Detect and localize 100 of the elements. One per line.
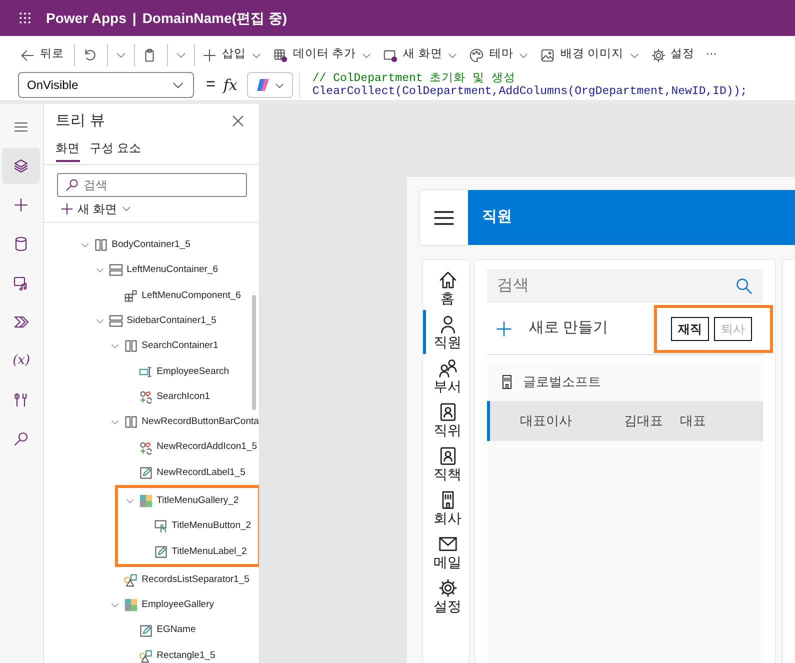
- plus-icon: [495, 320, 513, 338]
- tree-item-label[interactable]: NewRecordAddIcon1_5: [156, 440, 258, 455]
- gallery-cell-text: 김대표: [624, 412, 664, 430]
- tree-item-label[interactable]: LeftMenuContainer_6: [126, 263, 218, 278]
- tree-item-label[interactable]: SidebarContainer1_5: [126, 314, 216, 328]
- search-icon: [64, 178, 79, 192]
- image-button[interactable]: 배경 이미지: [536, 44, 644, 66]
- undo-icon: [82, 48, 97, 62]
- arrow-left-button[interactable]: 뒤로: [16, 44, 68, 66]
- component-icon: [124, 288, 138, 303]
- screen-add-icon: [383, 48, 398, 62]
- tree-item-label[interactable]: EmployeeSearch: [156, 364, 230, 379]
- tools-icon: [13, 392, 30, 408]
- tree-item-label[interactable]: RecordsListSeparator1_5: [142, 572, 250, 588]
- nav-item[interactable]: 메일: [423, 530, 469, 574]
- arrow-left-icon: [20, 48, 35, 62]
- search-field[interactable]: 검색: [487, 269, 763, 303]
- nav-item[interactable]: 직책: [423, 442, 469, 486]
- media-icon: [13, 275, 30, 291]
- tab[interactable]: 화면: [56, 136, 80, 162]
- page-title: 직원: [482, 207, 512, 228]
- plus-icon: [13, 197, 30, 213]
- columns-icon: [124, 339, 138, 354]
- tree-item-label[interactable]: SearchIcon1: [156, 390, 210, 404]
- more-button[interactable]: ···: [702, 44, 722, 66]
- database-icon: [13, 236, 30, 252]
- plus-icon: [60, 202, 74, 216]
- pointer-icon: [154, 519, 168, 534]
- pencil-icon: [138, 624, 153, 638]
- app-name: Power Apps: [46, 8, 126, 28]
- gear-icon: [650, 48, 666, 62]
- new-record-button[interactable]: 새로 만들기: [487, 317, 608, 340]
- grid-icon: [138, 494, 153, 508]
- nav-item[interactable]: 부서: [423, 354, 469, 398]
- flow-icon: [13, 314, 30, 330]
- plus-icon: [202, 48, 217, 62]
- search-icon: [13, 431, 30, 447]
- grid-icon: [124, 598, 138, 612]
- table-button[interactable]: 데이터 추가: [269, 44, 376, 66]
- tree-item-label[interactable]: NewRecordLabel1_5: [156, 466, 246, 480]
- clipboard-icon: [142, 48, 157, 62]
- nav-item[interactable]: 회사: [423, 486, 469, 530]
- code-comment: // ColDepartment 초기화 및 생성: [312, 72, 516, 85]
- search-field[interactable]: 검색: [56, 172, 247, 196]
- company-name: 글로벌소프트: [523, 373, 601, 392]
- rows-icon: [108, 263, 123, 278]
- tree-item-label[interactable]: SearchContainer1: [142, 339, 218, 354]
- tree-item-label[interactable]: EGName: [156, 623, 196, 638]
- tab[interactable]: 구성 요소: [90, 136, 142, 162]
- contact-card-icon: [438, 402, 458, 422]
- symbols-icon: [138, 440, 153, 455]
- property-dropdown[interactable]: OnVisible: [18, 72, 194, 98]
- formula-editor[interactable]: // ColDepartment 초기화 및 생성 ClearCollect(ColDepartment,AddColumns(OrgDepartment,NewID,ID));: [299, 72, 795, 98]
- nav-item[interactable]: 홈: [423, 266, 469, 310]
- new-screen-button[interactable]: 새 화면: [60, 200, 132, 218]
- columns-icon: [124, 415, 138, 430]
- copilot-button[interactable]: [247, 72, 294, 98]
- fx-label: fx: [223, 74, 238, 96]
- tree-item-label[interactable]: NewRecordButtonBarConta: [142, 415, 259, 430]
- columns-icon: [94, 238, 108, 252]
- screen-add-button[interactable]: 새 화면: [379, 44, 462, 66]
- tree-item-label[interactable]: TitleMenuGallery_2: [156, 494, 239, 508]
- nav-item[interactable]: 설정: [423, 574, 469, 618]
- document-title: DomainName(편집 중): [142, 8, 287, 28]
- rail-button[interactable]: [2, 148, 40, 184]
- pencil-icon: [138, 466, 153, 480]
- menu-button[interactable]: [420, 190, 468, 245]
- gallery-cell-text: 대표: [680, 412, 707, 430]
- table-icon: [273, 48, 288, 62]
- tree-item-label[interactable]: Rectangle1_5: [156, 648, 216, 663]
- filter-button[interactable]: 재직: [671, 316, 709, 340]
- plus-button[interactable]: 삽입: [198, 44, 266, 66]
- palette-button[interactable]: 테마: [465, 44, 534, 66]
- title-separator: |: [132, 8, 136, 28]
- gallery-cell-text: 대표이사: [520, 412, 573, 430]
- tree-item-label[interactable]: TitleMenuLabel_2: [172, 544, 247, 559]
- palette-icon: [469, 48, 484, 62]
- equals-sign: =: [206, 75, 216, 95]
- gallery-row[interactable]: 대표이사 김대표 대표: [487, 401, 763, 441]
- tree-item-label[interactable]: BodyContainer1_5: [112, 238, 190, 252]
- tree-item-label[interactable]: LeftMenuComponent_6: [142, 288, 241, 303]
- variables-button[interactable]: (x): [2, 343, 40, 379]
- copilot-icon: [255, 77, 272, 93]
- mail-icon: [438, 534, 458, 554]
- tree-item-label[interactable]: TitleMenuButton_2: [172, 519, 252, 534]
- shapes-icon: [124, 573, 138, 587]
- shapes-icon: [138, 648, 153, 663]
- text-input-icon: [138, 364, 153, 379]
- image-icon: [540, 48, 556, 62]
- app-launcher-button[interactable]: [18, 11, 32, 25]
- nav-item[interactable]: 직위: [423, 398, 469, 442]
- tree-item-label[interactable]: EmployeeGallery: [142, 598, 214, 612]
- layers-icon: [13, 158, 30, 174]
- rows-icon: [108, 314, 123, 328]
- contact-card-icon: [438, 446, 458, 466]
- search-icon: [735, 277, 753, 295]
- gear-button[interactable]: 설정: [646, 44, 699, 66]
- scrollbar[interactable]: [252, 294, 256, 410]
- people-icon: [438, 358, 458, 378]
- gear-icon: [438, 578, 458, 598]
